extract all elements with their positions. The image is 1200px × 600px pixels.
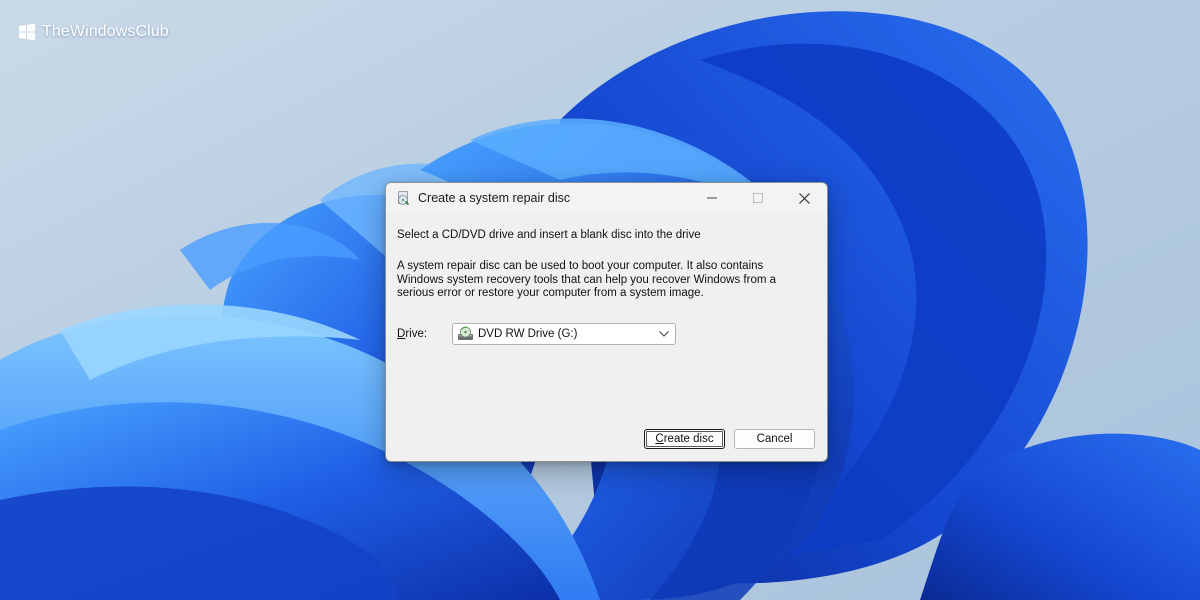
description-text: A system repair disc can be used to boot… bbox=[397, 260, 777, 299]
repair-disc-dialog: Create a system repair disc Select a CD/… bbox=[385, 182, 828, 462]
create-disc-accelerator: C bbox=[655, 433, 664, 445]
drive-select-value: DVD RW Drive (G:) bbox=[478, 327, 578, 340]
create-disc-button[interactable]: Create disc bbox=[644, 429, 725, 449]
site-watermark: TheWindowsClub bbox=[18, 23, 169, 41]
title-bar[interactable]: Create a system repair disc bbox=[386, 183, 827, 213]
maximize-icon bbox=[753, 193, 763, 203]
dialog-content: Select a CD/DVD drive and insert a blank… bbox=[386, 213, 827, 345]
dialog-footer: Create disc Cancel bbox=[644, 429, 815, 449]
repair-disc-icon bbox=[398, 191, 410, 206]
minimize-button[interactable] bbox=[689, 183, 735, 213]
maximize-button bbox=[735, 183, 781, 213]
close-icon bbox=[798, 192, 810, 204]
dialog-title: Create a system repair disc bbox=[418, 191, 571, 205]
cancel-button[interactable]: Cancel bbox=[734, 429, 815, 449]
drive-row: Drive: DVD RW Drive (G:) bbox=[397, 322, 816, 345]
chevron-down-icon bbox=[659, 330, 669, 337]
dvd-drive-icon bbox=[458, 326, 473, 340]
close-button[interactable] bbox=[781, 183, 827, 213]
minimize-icon bbox=[707, 197, 717, 199]
windows-logo-icon bbox=[19, 23, 35, 41]
site-name: TheWindowsClub bbox=[42, 23, 169, 40]
create-disc-label: reate disc bbox=[663, 433, 714, 445]
drive-label-text: rive: bbox=[405, 327, 428, 340]
drive-select[interactable]: DVD RW Drive (G:) bbox=[452, 322, 676, 345]
instruction-text: Select a CD/DVD drive and insert a blank… bbox=[397, 229, 701, 241]
drive-label: Drive: bbox=[397, 328, 452, 340]
